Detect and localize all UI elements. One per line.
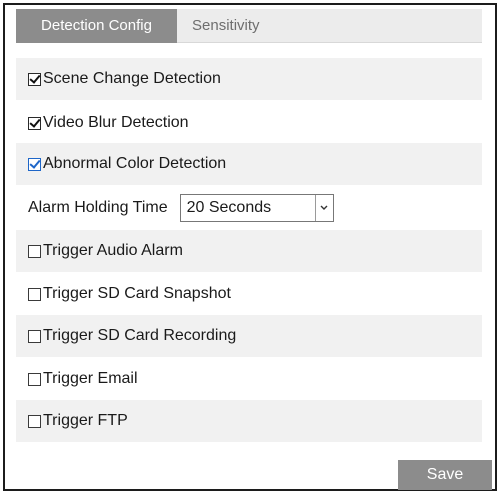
trigger-email-label[interactable]: Trigger Email xyxy=(43,370,138,388)
trigger-sd-snapshot-checkbox[interactable] xyxy=(28,287,41,301)
option-row-trigger-email: Trigger Email xyxy=(16,358,482,400)
option-row-abnormal-color: Abnormal Color Detection xyxy=(16,143,482,185)
trigger-ftp-label[interactable]: Trigger FTP xyxy=(43,412,128,430)
trigger-audio-label[interactable]: Trigger Audio Alarm xyxy=(43,242,183,260)
scene-change-checkbox[interactable] xyxy=(28,72,41,86)
tab-bar: Detection Config Sensitivity xyxy=(16,9,482,43)
alarm-holding-label: Alarm Holding Time xyxy=(28,199,168,216)
option-row-video-blur: Video Blur Detection xyxy=(16,102,482,144)
option-row-trigger-sd-recording: Trigger SD Card Recording xyxy=(16,315,482,357)
save-button[interactable]: Save xyxy=(398,460,492,490)
abnormal-color-checkbox[interactable] xyxy=(28,157,41,171)
tab-detection-config[interactable]: Detection Config xyxy=(16,9,177,43)
option-row-trigger-audio: Trigger Audio Alarm xyxy=(16,230,482,272)
option-row-trigger-ftp: Trigger FTP xyxy=(16,400,482,442)
video-blur-checkbox[interactable] xyxy=(28,116,41,130)
trigger-ftp-checkbox[interactable] xyxy=(28,414,41,428)
alarm-holding-value: 20 Seconds xyxy=(186,199,272,216)
chevron-down-icon[interactable] xyxy=(314,195,333,221)
trigger-sd-recording-checkbox[interactable] xyxy=(28,329,41,343)
abnormal-color-label[interactable]: Abnormal Color Detection xyxy=(43,155,226,173)
tab-sensitivity[interactable]: Sensitivity xyxy=(186,9,266,43)
trigger-sd-recording-label[interactable]: Trigger SD Card Recording xyxy=(43,327,236,345)
option-row-scene-change: Scene Change Detection xyxy=(16,58,482,100)
alarm-holding-select[interactable]: 20 Seconds xyxy=(179,194,334,222)
video-blur-label[interactable]: Video Blur Detection xyxy=(43,114,189,132)
trigger-email-checkbox[interactable] xyxy=(28,372,41,386)
trigger-sd-snapshot-label[interactable]: Trigger SD Card Snapshot xyxy=(43,285,231,303)
scene-change-label[interactable]: Scene Change Detection xyxy=(43,70,221,88)
alarm-holding-row: Alarm Holding Time 20 Seconds xyxy=(16,187,482,229)
trigger-audio-checkbox[interactable] xyxy=(28,244,41,258)
option-row-trigger-sd-snapshot: Trigger SD Card Snapshot xyxy=(16,273,482,315)
